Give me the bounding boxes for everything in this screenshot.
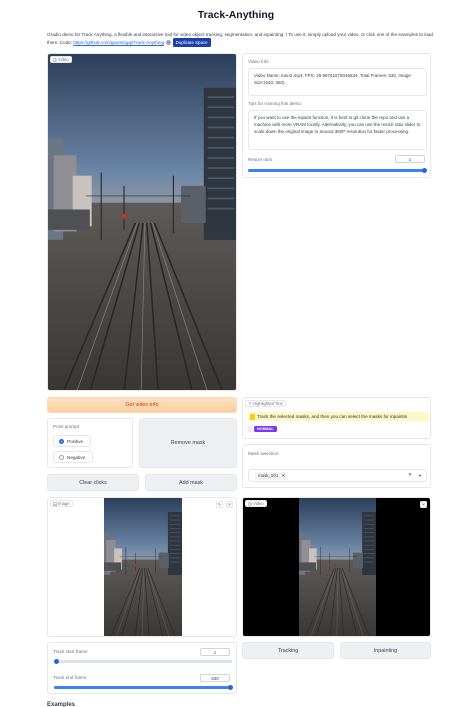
video-info-textbox[interactable]: Video Name: train2.mp4, FPS: 29.99761876… bbox=[248, 68, 427, 96]
normal-badge: NORMAL bbox=[254, 426, 277, 432]
video-info-label: Video Info bbox=[248, 59, 269, 64]
resize-ratio-input[interactable]: 1 bbox=[395, 155, 425, 163]
radio-negative-label: Negative bbox=[67, 454, 86, 460]
video-output-icon bbox=[248, 502, 252, 505]
track-start-label: Track start frame bbox=[53, 649, 88, 654]
video-input-label: Video bbox=[50, 56, 72, 63]
chip-remove-icon[interactable]: ✕ bbox=[282, 473, 286, 478]
track-end-input[interactable]: 630 bbox=[200, 674, 230, 682]
video-output-frame bbox=[299, 498, 376, 636]
tracking-button[interactable]: Tracking bbox=[242, 642, 334, 659]
normal-legend: NORMAL bbox=[248, 426, 277, 432]
radio-positive-dot bbox=[59, 438, 64, 444]
clear-selection-icon[interactable]: ✕ bbox=[408, 472, 412, 480]
track-start-input[interactable]: 1 bbox=[200, 648, 230, 656]
chevron-down-icon[interactable]: ▾ bbox=[419, 472, 421, 480]
duplicate-space-badge[interactable]: Duplicate Space bbox=[172, 38, 211, 48]
code-link[interactable]: https://github.com/gaomingqi/Track-Anyth… bbox=[73, 40, 164, 45]
page-title: Track-Anything bbox=[197, 9, 275, 21]
image-output-label-text: Image bbox=[58, 500, 70, 506]
track-frames-panel: Track start frame 1 Track end frame 630 bbox=[47, 642, 237, 694]
text-icon bbox=[248, 402, 252, 405]
get-video-info-button[interactable]: Get video info bbox=[47, 397, 237, 413]
highlighted-text: Track the selected masks, and then you c… bbox=[257, 414, 408, 419]
resize-ratio-label: Resize ratio bbox=[248, 157, 273, 162]
mask-selection-dropdown[interactable]: mask_001 ✕ ✕ ▾ bbox=[248, 469, 427, 482]
video-output-panel[interactable]: Video ✕ bbox=[242, 497, 431, 637]
image-output-label: Image bbox=[50, 500, 73, 507]
resize-ratio-thumb[interactable] bbox=[422, 168, 427, 173]
examples-heading: Examples bbox=[47, 702, 76, 707]
track-end-fill bbox=[54, 686, 232, 689]
highlighted-text-label: Highlighted Text bbox=[245, 400, 286, 407]
highlighted-text-line: Track the selected masks, and then you c… bbox=[248, 412, 429, 421]
video-frame bbox=[48, 54, 236, 390]
highlighted-text-panel: Highlighted Text Track the selected mask… bbox=[242, 397, 431, 439]
highlighted-marker bbox=[250, 413, 255, 420]
mask-chip-label: mask_001 bbox=[258, 473, 279, 478]
duplicate-icon bbox=[166, 40, 172, 46]
video-close-icon[interactable]: ✕ bbox=[420, 501, 427, 508]
image-output-panel[interactable]: Image ✎ ✕ bbox=[47, 497, 237, 637]
description: Gradio demo for Track Anything, a flexib… bbox=[47, 31, 435, 48]
resize-ratio-slider[interactable] bbox=[248, 168, 427, 173]
point-prompt-panel: Point prompt Positive Negative bbox=[47, 418, 133, 468]
mask-selection-label: Mask selection bbox=[248, 451, 279, 456]
point-prompt-label: Point prompt bbox=[53, 424, 80, 429]
mask-chip[interactable]: mask_001 ✕ bbox=[255, 472, 289, 480]
video-icon bbox=[53, 58, 57, 61]
radio-positive[interactable]: Positive bbox=[53, 435, 91, 447]
radio-negative[interactable]: Negative bbox=[53, 451, 93, 463]
radio-negative-dot bbox=[59, 454, 64, 460]
track-start-thumb[interactable] bbox=[54, 659, 59, 664]
track-start-slider[interactable] bbox=[54, 659, 232, 664]
track-end-thumb[interactable] bbox=[228, 685, 233, 690]
tips-label: Tips for running this demo. bbox=[248, 101, 303, 106]
resize-ratio-fill bbox=[248, 169, 426, 172]
radio-positive-label: Positive bbox=[67, 438, 84, 444]
video-input-panel[interactable]: Video bbox=[47, 53, 237, 391]
video-output-label-text: Video bbox=[253, 500, 264, 506]
highlighted-text-label-text: Highlighted Text bbox=[253, 400, 283, 406]
close-icon[interactable]: ✕ bbox=[226, 501, 233, 508]
track-end-label: Track end frame bbox=[53, 675, 87, 680]
inpainting-button[interactable]: Inpainting bbox=[340, 642, 431, 659]
normal-legend-swatch bbox=[248, 426, 252, 432]
track-end-slider[interactable] bbox=[54, 685, 233, 690]
video-output-label: Video bbox=[245, 500, 267, 507]
remove-mask-button[interactable]: Remove mask bbox=[139, 418, 237, 468]
edit-icon[interactable]: ✎ bbox=[216, 501, 223, 508]
tips-textbox[interactable]: If you want to use the inpaint function,… bbox=[248, 110, 427, 150]
mask-selection-panel: Mask selection mask_001 ✕ ✕ ▾ bbox=[242, 444, 431, 488]
video-input-label-text: Video bbox=[58, 56, 69, 62]
clear-clicks-button[interactable]: Clear clicks bbox=[47, 474, 139, 491]
image-icon bbox=[53, 501, 57, 506]
settings-panel: Video Info Video Name: train2.mp4, FPS: … bbox=[242, 53, 431, 178]
image-frame bbox=[104, 498, 182, 636]
add-mask-button[interactable]: Add mask bbox=[145, 474, 237, 491]
